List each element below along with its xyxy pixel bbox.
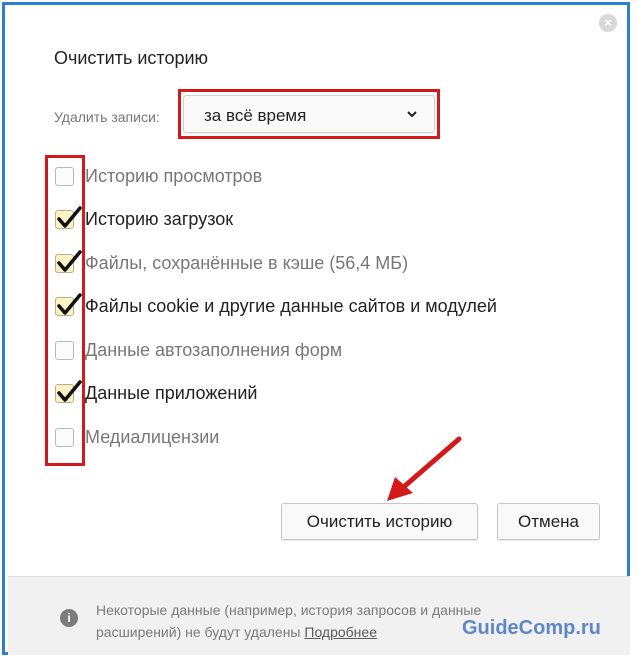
more-info-link[interactable]: Подробнее	[304, 624, 377, 640]
dialog-title: Очистить историю	[54, 48, 209, 68]
option-row[interactable]: Медиалицензии	[55, 423, 575, 453]
red-arrow-icon	[387, 436, 462, 501]
option-label: Данные приложений	[85, 383, 258, 403]
clear-history-button[interactable]: Очистить историю	[281, 503, 478, 540]
watermark: GuideComp.ru	[462, 617, 601, 639]
footer-text: Некоторые данные (например, история запр…	[96, 602, 482, 640]
chevron-down-icon	[407, 111, 417, 118]
checkmark-icon	[57, 293, 82, 315]
option-checkbox[interactable]	[55, 341, 74, 360]
option-label: Данные автозаполнения форм	[85, 340, 343, 360]
option-label: Историю загрузок	[85, 209, 234, 229]
option-label: Историю просмотров	[85, 166, 263, 186]
option-checkbox[interactable]	[55, 250, 82, 273]
option-checkbox[interactable]	[55, 206, 82, 229]
option-checkbox[interactable]	[55, 380, 82, 403]
close-icon[interactable]: ×	[599, 14, 617, 32]
checkmark-icon	[57, 380, 82, 402]
clear-history-dialog: × Очистить историю Удалить записи: за вс…	[2, 2, 630, 655]
period-select-value: за всё время	[204, 106, 307, 125]
option-row[interactable]: Историю загрузок	[55, 205, 575, 235]
cancel-button[interactable]: Отмена	[497, 503, 600, 540]
option-row[interactable]: Данные приложений	[55, 379, 575, 409]
period-label: Удалить записи:	[54, 109, 160, 125]
dialog-footer: i Некоторые данные (например, история за…	[8, 576, 630, 655]
option-label: Медиалицензии	[85, 427, 220, 447]
option-row[interactable]: Данные автозаполнения форм	[55, 336, 575, 366]
option-label: Файлы cookie и другие данные сайтов и мо…	[85, 296, 497, 316]
option-checkbox[interactable]	[55, 293, 82, 316]
option-row[interactable]: Файлы, сохранённые в кэше (56,4 МБ)	[55, 249, 575, 279]
period-select[interactable]: за всё время	[183, 95, 435, 133]
option-label: Файлы, сохранённые в кэше (56,4 МБ)	[85, 253, 409, 273]
option-checkbox[interactable]	[55, 167, 74, 186]
checkmark-icon	[57, 250, 82, 272]
option-row[interactable]: Историю просмотров	[55, 162, 575, 192]
option-checkbox[interactable]	[55, 428, 74, 447]
option-row[interactable]: Файлы cookie и другие данные сайтов и мо…	[55, 292, 575, 322]
info-icon: i	[60, 609, 78, 627]
checkmark-icon	[57, 206, 82, 228]
